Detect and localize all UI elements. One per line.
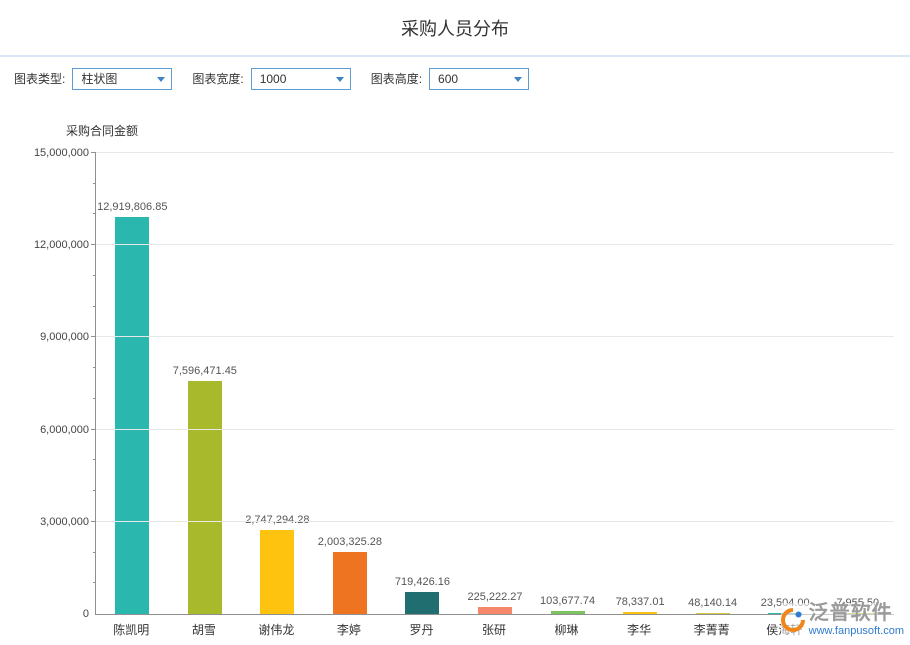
- y-tick-mark: [93, 398, 96, 399]
- watermark-brand: 泛普软件: [809, 603, 904, 624]
- y-tick-mark: [93, 275, 96, 276]
- chart-height-control: 图表高度: 600: [371, 68, 529, 90]
- watermark: 泛普软件 www.fanpusoft.com: [781, 603, 904, 637]
- bar: [115, 217, 149, 614]
- bar-value-label: 103,677.74: [540, 595, 595, 607]
- chart-width-label: 图表宽度:: [192, 70, 243, 87]
- gridline: [96, 429, 894, 430]
- plot-area: 12,919,806.85 7,596,471.45 2,747,294.28 2,0…: [95, 153, 894, 615]
- bar-value-label: 48,140.14: [688, 597, 737, 609]
- bar-slot: 12,919,806.85: [96, 153, 169, 614]
- chart-type-value: 柱状图: [81, 72, 117, 86]
- bar-slot: 78,337.01: [604, 153, 677, 614]
- toolbar: 图表类型: 柱状图 图表宽度: 1000 图表高度: 600: [0, 57, 910, 100]
- x-tick-label: 谢伟龙: [240, 621, 313, 638]
- bar: [405, 592, 439, 614]
- y-tick-mark: [93, 367, 96, 368]
- y-tick-mark: [93, 183, 96, 184]
- chart-height-label: 图表高度:: [371, 70, 422, 87]
- y-tick-mark: [93, 213, 96, 214]
- x-tick-label: 张研: [458, 621, 531, 638]
- x-axis-labels: 陈凯明胡雪谢伟龙李婷罗丹张研柳琳李华李菁菁侯海轩: [95, 621, 893, 638]
- y-tick-mark: [93, 490, 96, 491]
- bar-value-label: 225,222.27: [467, 591, 522, 603]
- bar-value-label: 2,747,294.28: [245, 514, 309, 526]
- y-tick-mark: [91, 336, 96, 337]
- chevron-down-icon: [336, 77, 344, 82]
- chevron-down-icon: [514, 77, 522, 82]
- page-title: 采购人员分布: [401, 15, 509, 41]
- bar-slot: 103,677.74: [531, 153, 604, 614]
- bar-slot: 225,222.27: [459, 153, 532, 614]
- x-tick-label: 李婷: [313, 621, 386, 638]
- chart-type-control: 图表类型: 柱状图: [14, 68, 172, 90]
- y-tick-label: 12,000,000: [34, 239, 89, 251]
- watermark-text: 泛普软件 www.fanpusoft.com: [809, 603, 904, 637]
- x-tick-label: 陈凯明: [95, 621, 168, 638]
- bar: [696, 613, 730, 614]
- y-tick-mark: [91, 152, 96, 153]
- gridline: [96, 336, 894, 337]
- y-tick-mark: [93, 459, 96, 460]
- bar-slot: 23,504.00: [749, 153, 822, 614]
- x-tick-label: 李菁菁: [675, 621, 748, 638]
- chart-width-value: 1000: [260, 72, 287, 86]
- x-tick-label: 罗丹: [385, 621, 458, 638]
- x-tick-label: 柳琳: [530, 621, 603, 638]
- y-tick-label: 6,000,000: [40, 424, 89, 436]
- y-tick-mark: [91, 244, 96, 245]
- bar-slot: 48,140.14: [676, 153, 749, 614]
- y-tick-label: 3,000,000: [40, 516, 89, 528]
- bar-slot: 2,003,325.28: [314, 153, 387, 614]
- y-tick-mark: [91, 521, 96, 522]
- bar-chart: 采购合同金额 12,919,806.85 7,596,471.45 2,747,29…: [0, 100, 910, 645]
- chart-width-control: 图表宽度: 1000: [192, 68, 350, 90]
- fanpu-logo-icon: [781, 608, 805, 632]
- chart-height-select[interactable]: 600: [429, 68, 529, 90]
- bar-slot: 719,426.16: [386, 153, 459, 614]
- bar-value-label: 12,919,806.85: [97, 201, 167, 213]
- gridline: [96, 521, 894, 522]
- chart-type-select[interactable]: 柱状图: [72, 68, 172, 90]
- chevron-down-icon: [157, 77, 165, 82]
- y-tick-label: 15,000,000: [34, 147, 89, 159]
- bar-value-label: 78,337.01: [616, 596, 665, 608]
- x-tick-label: 李华: [603, 621, 676, 638]
- bar: [478, 607, 512, 614]
- y-axis-title: 采购合同金额: [66, 122, 138, 139]
- bar: [623, 612, 657, 614]
- app-window: 采购人员分布 图表类型: 柱状图 图表宽度: 1000 图表高度: 600 采购…: [0, 0, 910, 645]
- bar-value-label: 719,426.16: [395, 576, 450, 588]
- bar: [188, 381, 222, 614]
- y-tick-mark: [93, 552, 96, 553]
- bars-container: 12,919,806.85 7,596,471.45 2,747,294.28 2,0…: [96, 153, 894, 614]
- gridline: [96, 152, 894, 153]
- page-header: 采购人员分布: [0, 0, 910, 57]
- chart-type-label: 图表类型:: [14, 70, 65, 87]
- bar-value-label: 7,596,471.45: [173, 365, 237, 377]
- bar: [333, 552, 367, 614]
- chart-width-select[interactable]: 1000: [251, 68, 351, 90]
- bar-slot: 7,596,471.45: [169, 153, 242, 614]
- watermark-url: www.fanpusoft.com: [809, 625, 904, 637]
- bar-slot: 2,747,294.28: [241, 153, 314, 614]
- y-tick-mark: [93, 582, 96, 583]
- bar: [551, 611, 585, 614]
- bar-slot: 7,955.50: [821, 153, 894, 614]
- y-tick-mark: [91, 429, 96, 430]
- bar-value-label: 2,003,325.28: [318, 536, 382, 548]
- y-tick-label: 9,000,000: [40, 331, 89, 343]
- y-tick-mark: [93, 306, 96, 307]
- bar: [260, 530, 294, 614]
- chart-height-value: 600: [438, 72, 458, 86]
- x-tick-label: 胡雪: [168, 621, 241, 638]
- gridline: [96, 244, 894, 245]
- y-tick-label: 0: [83, 608, 89, 620]
